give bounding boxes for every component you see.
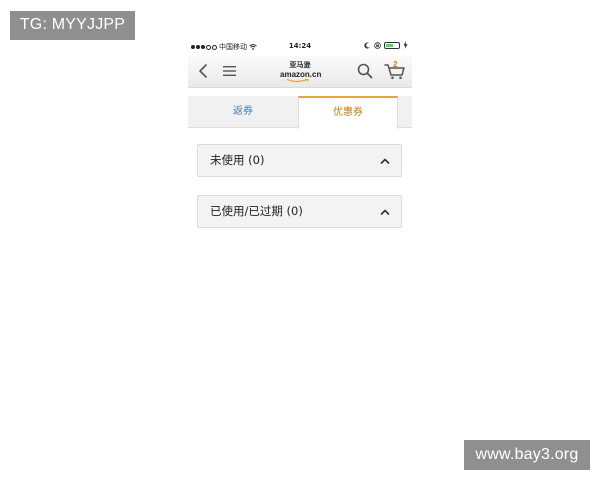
page: TG: MYYJJPP www.bay3.org 中国移动 14:24 亚马逊 … <box>0 0 600 480</box>
watermark-top-left: TG: MYYJJPP <box>10 11 135 40</box>
amazon-logo[interactable]: 亚马逊 amazon.cn <box>280 61 322 83</box>
tab-coupons[interactable]: 优惠券 <box>298 96 398 129</box>
tab-rebate[interactable]: 返券 <box>188 96 298 128</box>
chevron-left-icon[interactable] <box>195 62 213 80</box>
menu-icon[interactable] <box>221 62 239 80</box>
watermark-bottom-right: www.bay3.org <box>464 440 590 470</box>
battery-level <box>386 43 393 47</box>
status-bar: 中国移动 14:24 <box>188 38 412 56</box>
cart-count: 2 <box>393 60 398 69</box>
chevron-up-icon <box>380 158 390 164</box>
charging-icon <box>403 41 408 49</box>
logo-en: amazon.cn <box>280 70 322 79</box>
nav-bar: 亚马逊 amazon.cn 2 <box>188 56 412 88</box>
section-unused[interactable]: 未使用 (0) <box>197 144 402 177</box>
section-unused-label: 未使用 (0) <box>210 153 265 167</box>
search-icon[interactable] <box>356 62 374 80</box>
coupon-tabs: 返券 优惠券 <box>188 96 412 129</box>
moon-icon <box>364 42 370 49</box>
battery-icon <box>384 41 400 49</box>
status-right <box>364 41 408 49</box>
section-used-expired[interactable]: 已使用/已过期 (0) <box>197 195 402 228</box>
section-used-expired-label: 已使用/已过期 (0) <box>210 204 303 218</box>
logo-cn: 亚马逊 <box>289 61 311 69</box>
phone-screen: 中国移动 14:24 亚马逊 amazon.cn 2 返券 优惠券 未使用 (0… <box>188 38 412 238</box>
chevron-up-icon <box>380 209 390 215</box>
cart-button[interactable]: 2 <box>384 60 406 80</box>
logo-smile-icon <box>286 79 309 83</box>
rotation-lock-icon <box>374 41 381 49</box>
